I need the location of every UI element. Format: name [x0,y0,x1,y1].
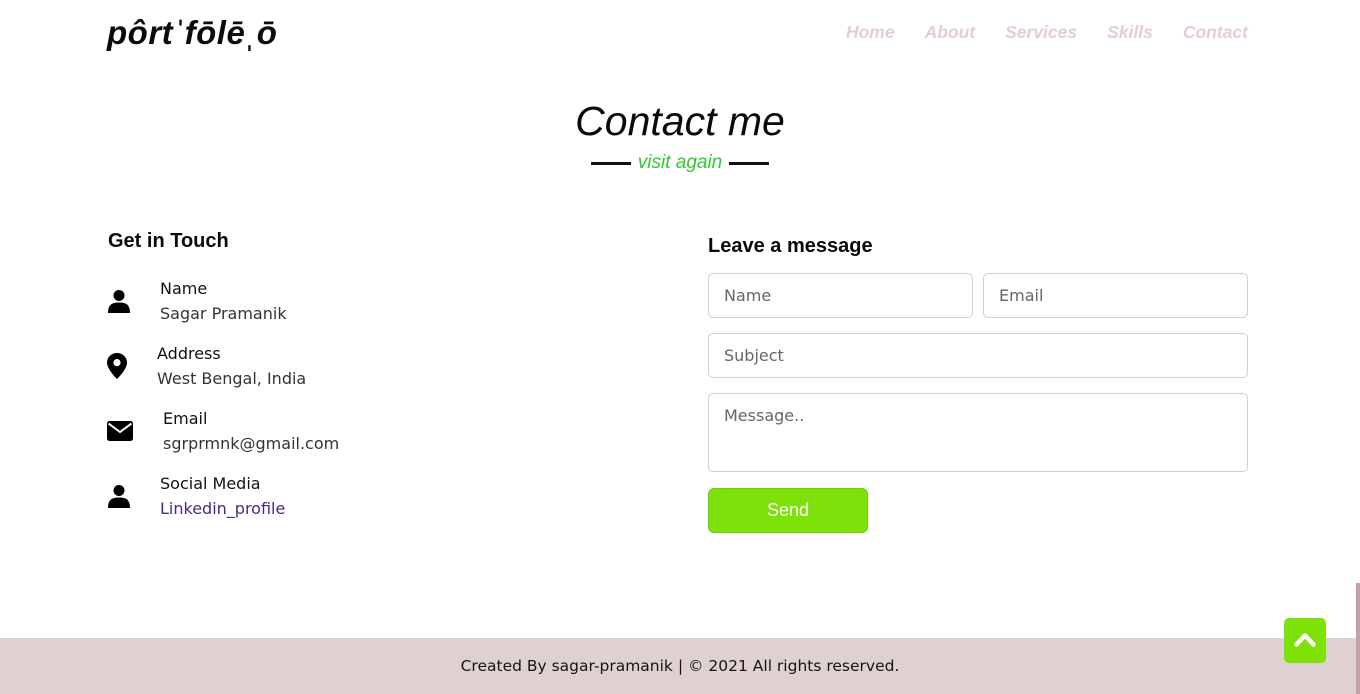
info-value: Sagar Pramanik [160,304,287,323]
section-title: Contact me [575,98,785,144]
info-label: Address [157,344,221,363]
map-marker-icon [107,352,127,380]
user-icon [107,482,131,510]
message-textarea[interactable] [708,393,1248,472]
info-name: Name Sagar Pramanik [107,276,287,326]
section-subtitle: visit again [637,152,723,173]
send-button[interactable]: Send [708,488,868,533]
info-social-media: Social Media Linkedin_profile [107,471,285,521]
info-label: Name [160,279,208,298]
scrollbar[interactable] [1356,583,1360,694]
info-value: West Bengal, India [157,369,307,388]
chevron-up-icon [1294,631,1316,651]
nav-link-skills[interactable]: Skills [1107,22,1153,43]
scroll-up-button[interactable] [1284,618,1326,663]
footer: Created By sagar-pramanik | © 2021 All r… [0,638,1360,694]
subject-input[interactable] [708,333,1248,378]
leave-message-title: Leave a message [708,235,873,257]
name-input[interactable] [708,273,973,318]
nav-link-services[interactable]: Services [1005,22,1077,43]
email-input[interactable] [983,273,1248,318]
get-in-touch-title: Get in Touch [108,230,229,252]
nav-link-home[interactable]: Home [846,22,895,43]
nav-link-about[interactable]: About [925,22,976,43]
envelope-icon [107,417,133,445]
logo[interactable]: pôrtˈfōlēˌō [107,14,277,52]
navbar: pôrtˈfōlēˌō Home About Services Skills C… [0,0,1360,70]
nav-link-contact[interactable]: Contact [1183,22,1248,43]
subtitle-line-left [590,161,631,165]
section-subtitle-row: visit again [0,152,1360,174]
info-label: Social Media [160,474,261,493]
info-label: Email [163,409,208,428]
user-icon [107,287,131,315]
nav-menu: Home About Services Skills Contact [846,22,1248,43]
info-email: Email sgrprmnk@gmail.com [107,406,339,456]
info-value: sgrprmnk@gmail.com [163,434,340,453]
footer-text: Created By sagar-pramanik | © 2021 All r… [460,657,900,675]
info-address: Address West Bengal, India [107,341,306,391]
subtitle-line-right [729,161,770,165]
linkedin-profile-link[interactable]: Linkedin_profile [160,496,285,521]
